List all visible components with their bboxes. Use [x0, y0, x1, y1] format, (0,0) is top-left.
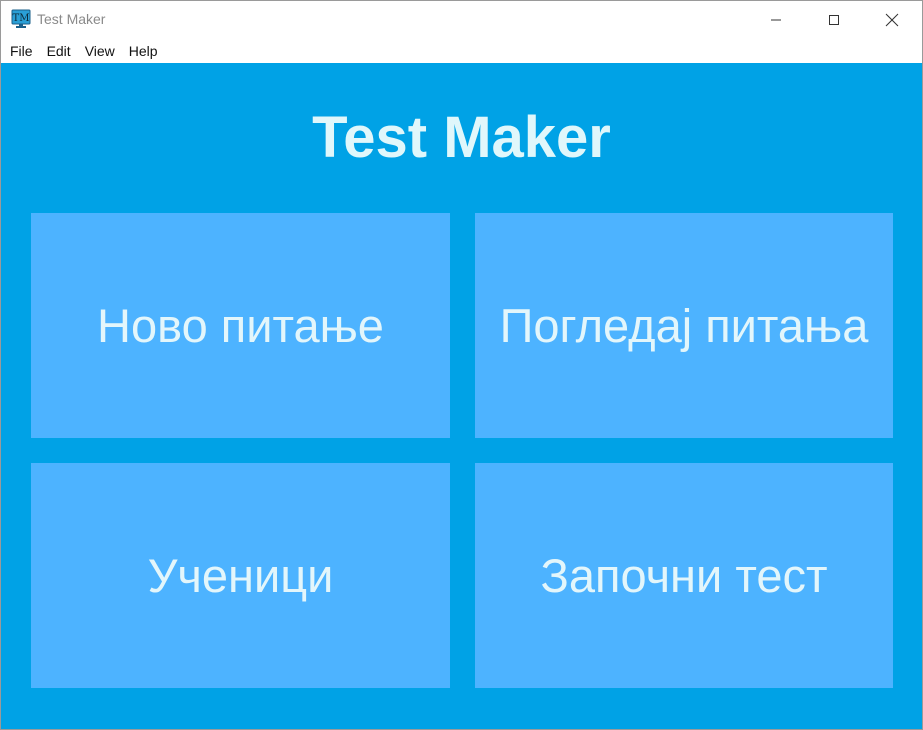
menu-view[interactable]: View — [78, 39, 122, 63]
page-title: Test Maker — [312, 105, 611, 170]
close-button[interactable] — [863, 1, 921, 39]
start-test-button[interactable]: Започни тест — [475, 463, 893, 688]
maximize-icon — [829, 15, 839, 25]
app-icon: TM — [11, 9, 31, 29]
menu-help[interactable]: Help — [122, 39, 165, 63]
menu-bar: File Edit View Help — [1, 39, 922, 63]
students-label: Ученици — [147, 549, 334, 602]
main-panel: Test Maker Ново питање Погледај питања У… — [1, 63, 922, 729]
app-window: TM Test Maker File Edit View Help Test M… — [0, 0, 923, 730]
view-questions-button[interactable]: Погледај питања — [475, 213, 893, 438]
start-test-label: Започни тест — [540, 549, 828, 602]
view-questions-label: Погледај питања — [499, 299, 869, 352]
window-title: Test Maker — [37, 11, 106, 27]
new-question-button[interactable]: Ново питање — [31, 213, 450, 438]
minimize-icon — [771, 19, 781, 21]
title-bar[interactable]: TM Test Maker — [1, 1, 922, 39]
maximize-button[interactable] — [805, 1, 863, 39]
students-button[interactable]: Ученици — [31, 463, 450, 688]
menu-edit[interactable]: Edit — [40, 39, 78, 63]
menu-file[interactable]: File — [1, 39, 40, 63]
svg-text:TM: TM — [13, 13, 30, 24]
new-question-label: Ново питање — [97, 299, 384, 352]
minimize-button[interactable] — [747, 1, 805, 39]
close-icon — [885, 13, 899, 27]
